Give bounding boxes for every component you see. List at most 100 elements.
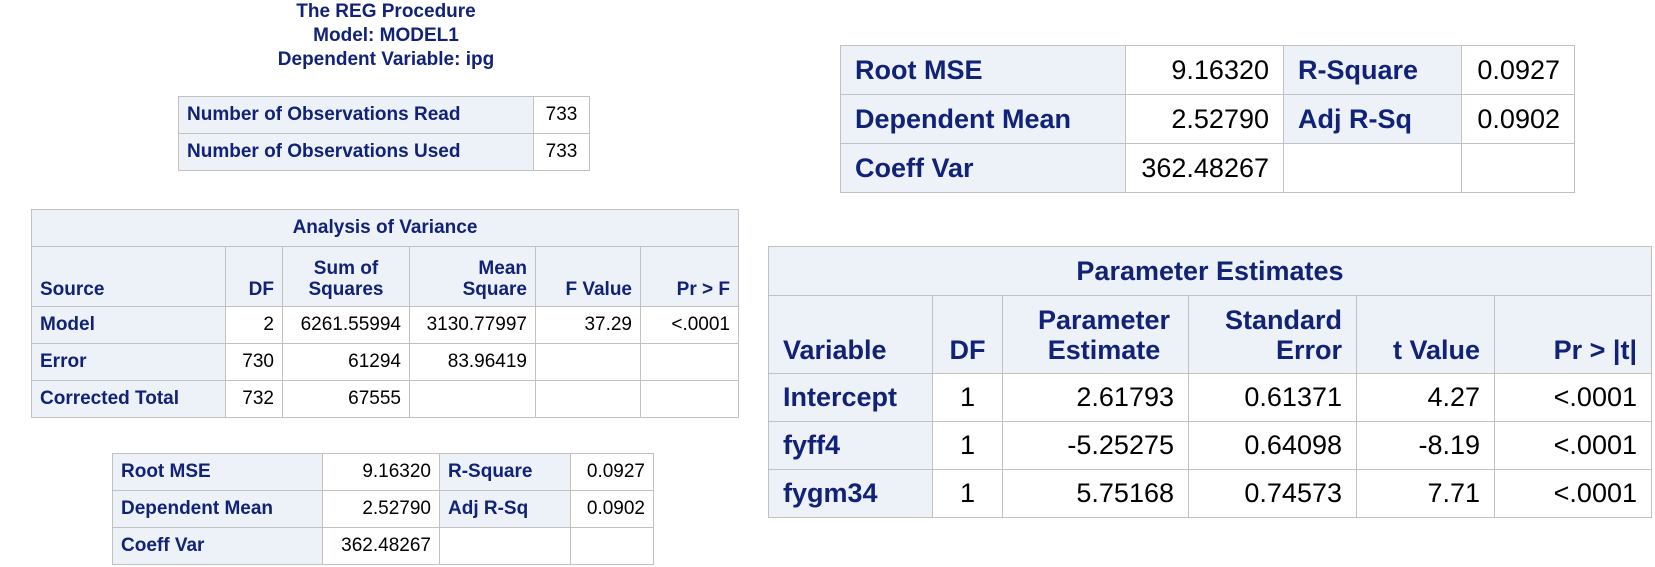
root-mse-label: Root MSE <box>840 45 1126 95</box>
empty-cell <box>570 527 654 565</box>
table-row: Error 730 61294 83.96419 <box>31 343 739 381</box>
empty-cell <box>1461 143 1575 193</box>
table-row: fyff4 1 -5.25275 0.64098 -8.19 <.0001 <box>768 421 1652 470</box>
col-t-value: t Value <box>1356 295 1495 374</box>
observations-table: Number of Observations Read 733 Number o… <box>178 96 590 171</box>
dependent-mean-label: Dependent Mean <box>840 94 1126 144</box>
table-row: Model 2 6261.55994 3130.77997 37.29 <.00… <box>31 306 739 344</box>
fit-stats-table-small: Root MSE 9.16320 R-Square 0.0927 Depende… <box>112 453 654 565</box>
parameter-estimates-table: Parameter Estimates Variable DF Paramete… <box>768 246 1652 518</box>
table-row: Number of Observations Read 733 <box>178 96 590 134</box>
col-sum-of-squares: Sum of Squares <box>282 246 410 307</box>
pe-estimate: 5.75168 <box>1002 469 1189 518</box>
anova-df: 732 <box>225 380 283 418</box>
obs-read-label: Number of Observations Read <box>178 96 534 134</box>
anova-p <box>640 380 739 418</box>
anova-header-row: Source DF Sum of Squares Mean Square F V… <box>31 246 739 307</box>
r-square-label: R-Square <box>1283 45 1462 95</box>
table-row: Coeff Var 362.48267 <box>112 527 654 565</box>
table-row: Number of Observations Used 733 <box>178 133 590 171</box>
table-row: fygm34 1 5.75168 0.74573 7.71 <.0001 <box>768 469 1652 518</box>
adj-r-sq-label: Adj R-Sq <box>1283 94 1462 144</box>
pe-t-value: 7.71 <box>1356 469 1495 518</box>
anova-df: 730 <box>225 343 283 381</box>
col-pr-t: Pr > |t| <box>1494 295 1652 374</box>
col-f-value: F Value <box>535 246 641 307</box>
anova-ms <box>409 380 536 418</box>
anova-p: <.0001 <box>640 306 739 344</box>
table-row: Corrected Total 732 67555 <box>31 380 739 418</box>
procedure-title: The REG Procedure <box>296 1 476 22</box>
table-row: Dependent Mean 2.52790 Adj R-Sq 0.0902 <box>112 490 654 528</box>
anova-caption: Analysis of Variance <box>31 209 739 247</box>
pe-t-value: -8.19 <box>1356 421 1495 470</box>
obs-used-value: 733 <box>533 133 590 171</box>
root-mse-label: Root MSE <box>112 453 323 491</box>
pe-df: 1 <box>932 421 1003 470</box>
table-row: Coeff Var 362.48267 <box>840 143 1575 193</box>
table-row: Dependent Mean 2.52790 Adj R-Sq 0.0902 <box>840 94 1575 144</box>
root-mse-value: 9.16320 <box>1125 45 1284 95</box>
anova-f <box>535 380 641 418</box>
pe-p-value: <.0001 <box>1494 373 1652 422</box>
anova-table: Analysis of Variance Source DF Sum of Sq… <box>31 209 739 418</box>
pe-variable: Intercept <box>768 373 933 422</box>
r-square-value: 0.0927 <box>1461 45 1575 95</box>
col-sum-of-squares-label: Sum of Squares <box>308 258 384 300</box>
anova-source: Model <box>31 306 226 344</box>
pe-caption: Parameter Estimates <box>768 246 1652 296</box>
pe-std-error: 0.74573 <box>1188 469 1357 518</box>
dependent-variable: Dependent Variable: ipg <box>277 49 495 70</box>
col-source: Source <box>31 246 226 307</box>
anova-f <box>535 343 641 381</box>
obs-used-label: Number of Observations Used <box>178 133 534 171</box>
dependent-mean-value: 2.52790 <box>1125 94 1284 144</box>
col-standard-error-label: Standard Error <box>1224 305 1342 365</box>
dependent-mean-label: Dependent Mean <box>112 490 323 528</box>
anova-ms: 3130.77997 <box>409 306 536 344</box>
pe-estimate: 2.61793 <box>1002 373 1189 422</box>
adj-r-sq-label: Adj R-Sq <box>439 490 571 528</box>
procedure-title-block: The REG Procedure Model: MODEL1 Dependen… <box>240 0 532 72</box>
pe-df: 1 <box>932 373 1003 422</box>
pe-header-row: Variable DF Parameter Estimate Standard … <box>768 295 1652 374</box>
coeff-var-label: Coeff Var <box>112 527 323 565</box>
coeff-var-label: Coeff Var <box>840 143 1126 193</box>
obs-read-value: 733 <box>533 96 590 134</box>
empty-cell <box>439 527 571 565</box>
col-mean-square-label: Mean Square <box>462 258 527 300</box>
anova-ss: 67555 <box>282 380 410 418</box>
anova-ms: 83.96419 <box>409 343 536 381</box>
anova-ss: 6261.55994 <box>282 306 410 344</box>
col-parameter-estimate: Parameter Estimate <box>1002 295 1189 374</box>
adj-r-sq-value: 0.0902 <box>570 490 654 528</box>
dependent-mean-value: 2.52790 <box>322 490 440 528</box>
table-row: Root MSE 9.16320 R-Square 0.0927 <box>840 45 1575 95</box>
table-row: Root MSE 9.16320 R-Square 0.0927 <box>112 453 654 491</box>
adj-r-sq-value: 0.0902 <box>1461 94 1575 144</box>
anova-source: Error <box>31 343 226 381</box>
coeff-var-value: 362.48267 <box>322 527 440 565</box>
anova-p <box>640 343 739 381</box>
pe-p-value: <.0001 <box>1494 421 1652 470</box>
pe-variable: fyff4 <box>768 421 933 470</box>
anova-caption-row: Analysis of Variance <box>31 209 739 247</box>
fit-stats-table-large: Root MSE 9.16320 R-Square 0.0927 Depende… <box>840 45 1575 193</box>
col-df: DF <box>932 295 1003 374</box>
model-name: Model: MODEL1 <box>313 25 459 46</box>
anova-f: 37.29 <box>535 306 641 344</box>
r-square-value: 0.0927 <box>570 453 654 491</box>
col-parameter-estimate-label: Parameter Estimate <box>1037 305 1171 365</box>
col-standard-error: Standard Error <box>1188 295 1357 374</box>
anova-ss: 61294 <box>282 343 410 381</box>
col-df: DF <box>225 246 283 307</box>
anova-df: 2 <box>225 306 283 344</box>
col-variable: Variable <box>768 295 933 374</box>
coeff-var-value: 362.48267 <box>1125 143 1284 193</box>
anova-source: Corrected Total <box>31 380 226 418</box>
pe-t-value: 4.27 <box>1356 373 1495 422</box>
col-mean-square: Mean Square <box>409 246 536 307</box>
pe-variable: fygm34 <box>768 469 933 518</box>
r-square-label: R-Square <box>439 453 571 491</box>
pe-caption-row: Parameter Estimates <box>768 246 1652 296</box>
